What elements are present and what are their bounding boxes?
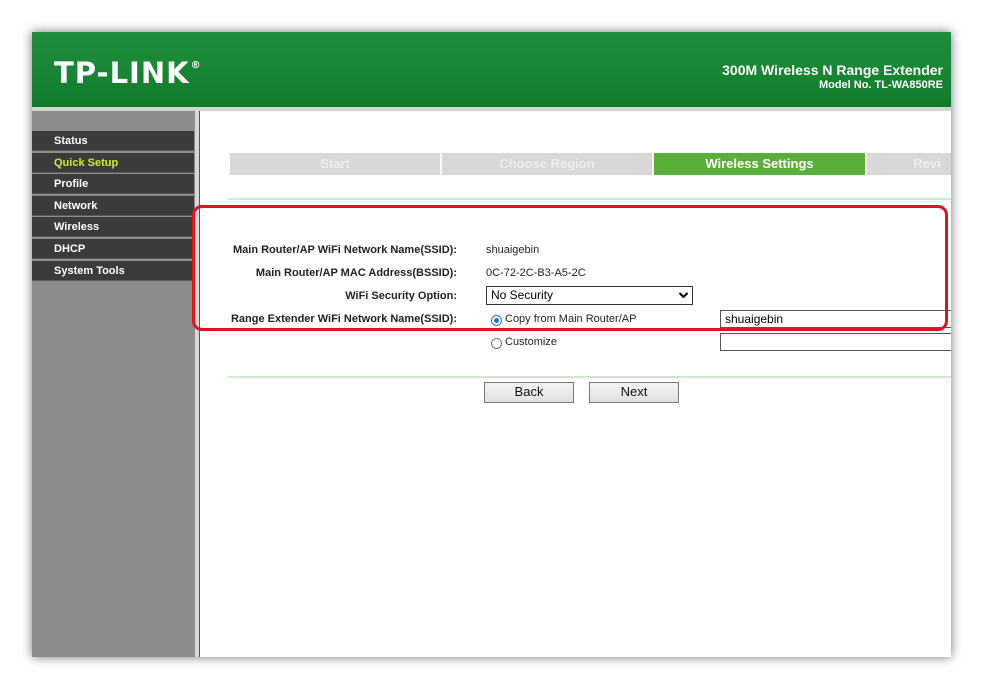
- bssid-label: Main Router/AP MAC Address(BSSID):: [255, 267, 457, 279]
- sidebar: Status Quick Setup Profile Network Wirel…: [32, 111, 195, 657]
- step-choose-region: Choose Region: [442, 153, 652, 175]
- registered-mark: ®: [190, 60, 202, 71]
- sidebar-item-network[interactable]: Network: [32, 195, 194, 216]
- tp-link-logo: TP-LINK®: [54, 56, 202, 90]
- main-content: Start Choose Region Wireless Settings Re…: [200, 111, 951, 657]
- security-select[interactable]: No Security: [486, 286, 693, 305]
- product-info: 300M Wireless N Range Extender Model No.…: [722, 62, 943, 91]
- back-button[interactable]: Back: [484, 382, 574, 403]
- extender-ssid-copy-input[interactable]: [720, 310, 951, 328]
- sidebar-item-system-tools[interactable]: System Tools: [32, 260, 194, 281]
- sidebar-item-quick-setup[interactable]: Quick Setup: [32, 152, 194, 173]
- bssid-value: 0C-72-2C-B3-A5-2C: [486, 267, 586, 279]
- ssid-value: shuaigebin: [486, 244, 540, 256]
- step-start: Start: [230, 153, 440, 175]
- chevron-down-icon: [678, 287, 689, 306]
- sidebar-item-status[interactable]: Status: [32, 131, 194, 151]
- product-name: 300M Wireless N Range Extender: [722, 62, 943, 78]
- copy-from-router-radio[interactable]: [491, 315, 502, 326]
- extender-ssid-custom-input[interactable]: [720, 333, 951, 351]
- next-button[interactable]: Next: [589, 382, 679, 403]
- ssid-label: Main Router/AP WiFi Network Name(SSID):: [232, 244, 457, 256]
- security-selected-value: No Security: [491, 288, 554, 302]
- step-wireless-settings: Wireless Settings: [654, 153, 865, 175]
- extender-ssid-label: Range Extender WiFi Network Name(SSID):: [230, 313, 457, 325]
- copy-from-router-label: Copy from Main Router/AP: [505, 313, 637, 325]
- sidebar-item-wireless[interactable]: Wireless: [32, 217, 194, 238]
- sidebar-item-profile[interactable]: Profile: [32, 174, 194, 195]
- security-label: WiFi Security Option:: [345, 290, 457, 302]
- sidebar-item-dhcp[interactable]: DHCP: [32, 238, 194, 259]
- setup-steps: Start Choose Region Wireless Settings Re…: [230, 153, 951, 175]
- step-review: Revi: [867, 153, 951, 175]
- top-divider: [228, 198, 951, 200]
- model-number: Model No. TL-WA850RE: [818, 79, 943, 91]
- router-admin-window: TP-LINK® 300M Wireless N Range Extender …: [32, 32, 951, 657]
- header-banner: TP-LINK® 300M Wireless N Range Extender …: [32, 32, 951, 107]
- bottom-divider: [228, 376, 951, 378]
- sidebar-menu: Status Quick Setup Profile Network Wirel…: [32, 131, 194, 282]
- customize-label: Customize: [505, 336, 557, 348]
- logo-text: TP-LINK: [54, 56, 190, 90]
- customize-radio[interactable]: [491, 338, 502, 349]
